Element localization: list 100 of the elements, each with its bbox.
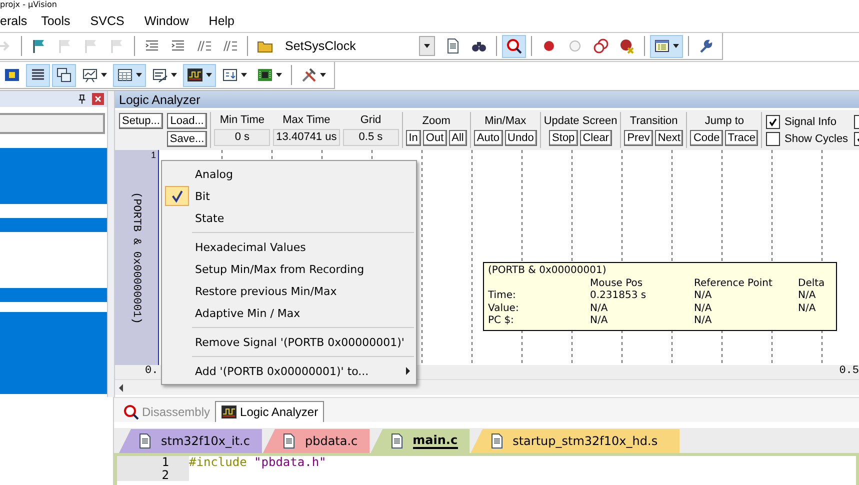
pin-icon[interactable] [78,94,86,104]
file-tab[interactable]: stm32f10x_it.c [119,429,262,453]
file-tab[interactable]: main.c [370,429,470,453]
menu-item[interactable]: State [162,207,416,229]
chart-icon [82,67,98,83]
document-icon [280,433,297,449]
menu-item[interactable]: Analog [162,163,416,185]
wrench-icon [698,38,714,54]
action-button[interactable]: Stop [549,130,578,146]
action-button[interactable]: Undo [504,130,537,146]
setup-button[interactable]: Setup... [119,113,163,129]
comment-icon [222,38,238,54]
line-number: 2 [117,468,189,481]
flag-icon [83,38,99,54]
menu-item[interactable]: Help [208,14,245,28]
group-label: Min/Max [484,114,526,126]
action-button[interactable]: Trace [724,130,758,146]
readout-field: 0.5 s [342,129,399,146]
action-button[interactable]: In [406,130,421,146]
flag-icon [57,38,73,54]
toolbar-button[interactable] [183,64,216,86]
document-icon [388,433,405,449]
signal-name: (PORTB & 0x00000001) [130,191,142,324]
column-header: Mouse Pos [590,278,644,290]
wave-icon [187,67,203,83]
table-cell-text: N/A [590,302,609,315]
check-icon [768,116,778,126]
action-button[interactable]: Out [422,130,447,146]
action-button[interactable]: Auto [474,130,503,146]
close-icon[interactable] [92,93,104,105]
panel-title: Logic Analyzer [119,92,200,106]
code-line: #include "pbdata.h" [189,456,326,468]
field-label: Grid [360,114,382,126]
list-icon [30,67,46,83]
menu-item[interactable]: Adaptive Min / Max [162,302,416,324]
toolbar-button[interactable] [502,34,526,58]
caret-icon [101,73,107,77]
menu-item[interactable]: Bit [162,185,416,207]
tooltip-title: (PORTB & 0x00000001) [488,265,606,276]
group-label: Zoom [422,114,450,126]
checkbox-label: Show Cycles [784,132,848,144]
flag-icon [31,38,47,54]
scroll-left-icon[interactable] [119,384,123,392]
group-label: Update Screen [544,114,618,126]
action-button[interactable]: Code [690,130,723,146]
menu-item[interactable]: Restore previous Min/Max [162,280,416,302]
action-button[interactable]: Next [654,130,684,146]
caret-icon [320,73,326,77]
caret-icon [673,44,679,48]
magnifier-icon [506,38,522,54]
action-button[interactable]: Prev [624,130,653,146]
caret-icon [241,73,247,77]
tools-icon [301,67,317,83]
table-cell-text: 0.231853 s [590,290,648,302]
field-label: Max Time [282,114,330,126]
save-button[interactable]: Save... [166,131,208,147]
windows-icon [56,67,72,83]
axis-label: 0. [145,365,158,377]
edit-icon [152,67,168,83]
file-tab[interactable]: startup_stm32f10x_hd.s [470,429,680,453]
square-icon [4,67,20,83]
menu-item[interactable]: Tools [41,14,80,28]
table-cell-text: N/A [694,315,713,328]
file-tab[interactable]: pbdata.c [262,429,370,453]
circle-icon [567,38,583,54]
input-field[interactable] [0,113,105,134]
toolbar-button[interactable] [650,34,683,58]
menu-item[interactable]: erals [0,14,38,28]
download-icon [222,67,238,83]
scale-label: 1 [150,150,156,160]
load-button[interactable]: Load... [166,113,208,129]
document-icon [445,38,461,54]
menu-item[interactable]: Setup Min/Max from Recording [162,258,416,280]
submenu-item[interactable]: Add '(PORTB 0x00000001)' to... [162,360,416,382]
function-dropdown[interactable]: SetSysClock [283,36,435,56]
dot-cross-icon [619,38,635,54]
checkbox[interactable] [766,132,780,146]
group-label: Jump to [704,114,744,126]
caret-icon [276,73,282,77]
group-label: Transition [630,114,678,126]
toolbar-button[interactable] [113,64,146,86]
comment-icon [196,38,212,54]
caret-icon [206,73,212,77]
rings-icon [593,38,609,54]
tab[interactable]: Logic Analyzer [215,401,324,422]
menu-item[interactable]: Remove Signal '(PORTB 0x00000001)' [162,331,416,353]
checkbox[interactable] [766,114,780,128]
menu-item[interactable]: SVCS [90,14,134,28]
column-header: Delta [798,278,826,290]
toolbar-button[interactable] [52,64,76,86]
toolbar-button[interactable] [26,64,50,86]
menu-item[interactable]: Window [144,14,199,28]
submenu-arrow-icon [406,367,410,375]
action-button[interactable]: Clear [580,130,612,146]
menu-item[interactable]: Hexadecimal Values [162,236,416,258]
field-label: Min Time [220,114,264,126]
action-button[interactable]: All [448,130,467,146]
table-cell-text: N/A [798,302,817,315]
line-number: 1 [117,456,189,468]
window-title: projx - µVision [0,0,57,10]
